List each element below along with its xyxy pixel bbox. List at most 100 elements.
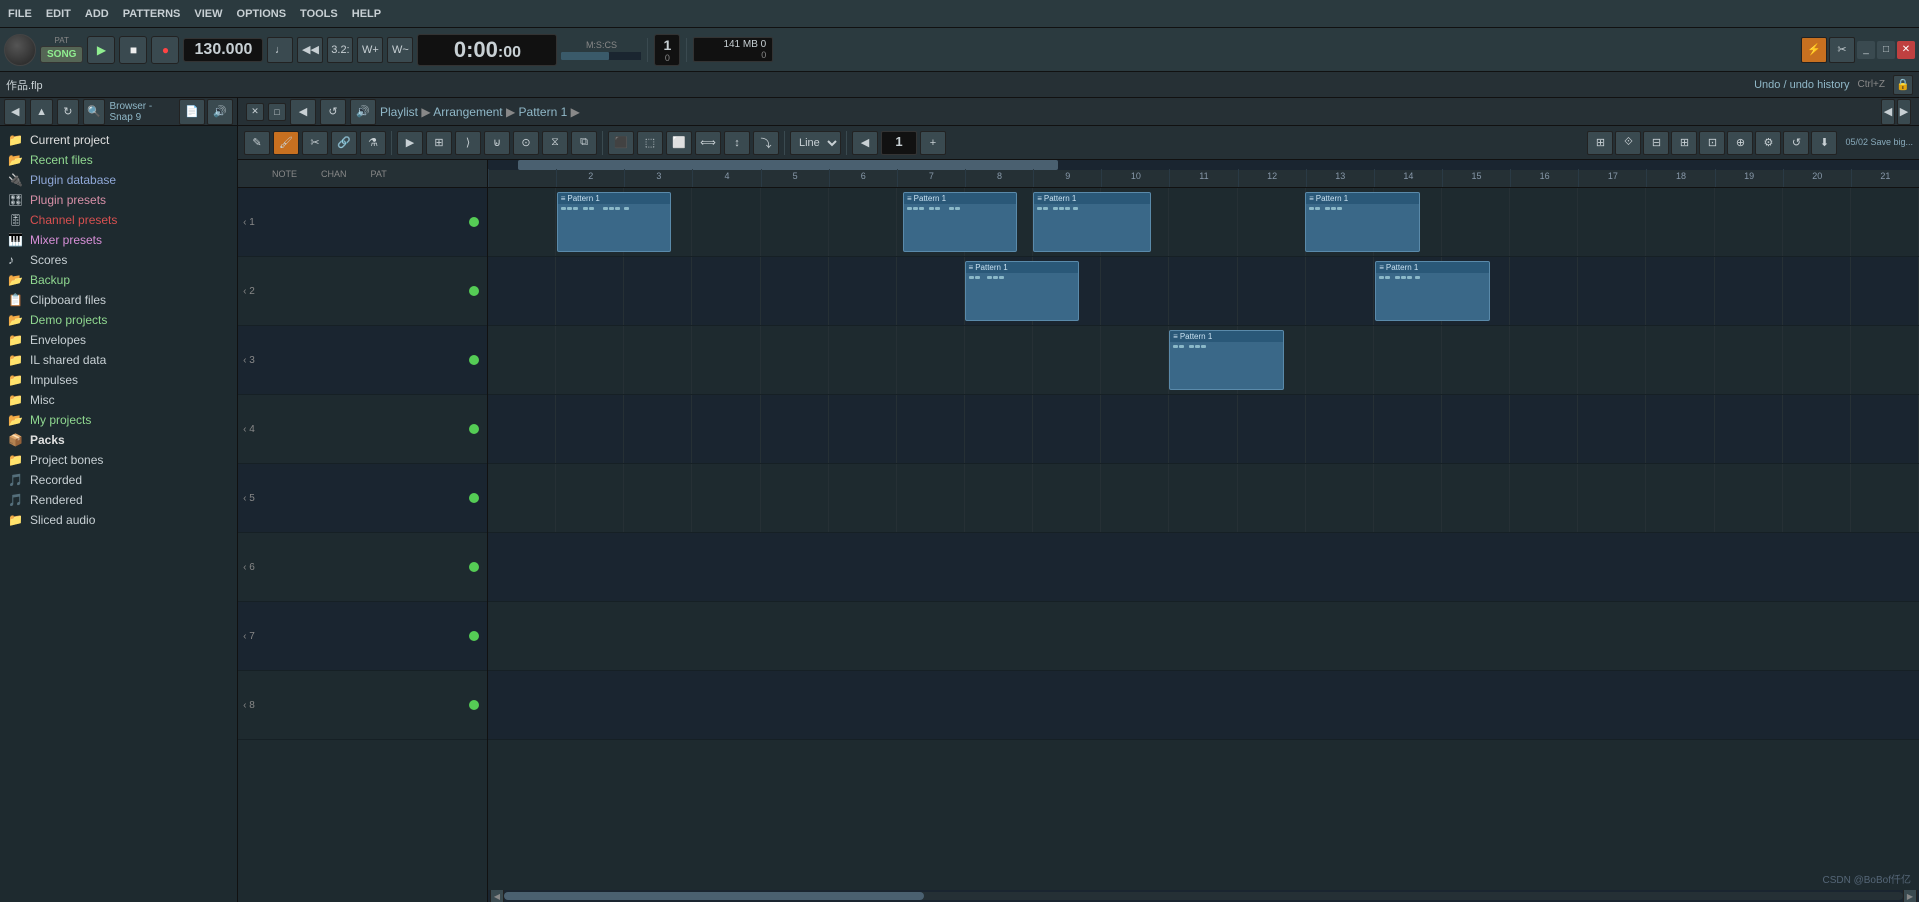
menu-options[interactable]: OPTIONS xyxy=(237,8,287,20)
sidebar-item-backup[interactable]: 📂 Backup xyxy=(0,270,237,290)
track-mute-1[interactable] xyxy=(469,217,479,227)
pl-icon5[interactable]: ⊡ xyxy=(1699,131,1725,155)
snap-button[interactable]: 3.2: xyxy=(327,37,353,63)
line-mode-select[interactable]: Line xyxy=(790,131,841,155)
sidebar-item-misc[interactable]: 📁 Misc xyxy=(0,390,237,410)
sidebar-search-button[interactable]: 🔍 xyxy=(83,99,105,125)
snap-grid-button[interactable]: ⊞ xyxy=(426,131,452,155)
sidebar-up-button[interactable]: ▲ xyxy=(30,99,52,125)
undo-button[interactable]: Undo / undo history xyxy=(1754,79,1849,91)
stop-button[interactable]: ■ xyxy=(119,36,147,64)
sidebar-item-project-bones[interactable]: 📁 Project bones xyxy=(0,450,237,470)
menu-edit[interactable]: EDIT xyxy=(46,8,71,20)
sidebar-item-mixer-presets[interactable]: 🎹 Mixer presets xyxy=(0,230,237,250)
sidebar-item-demo-projects[interactable]: 📂 Demo projects xyxy=(0,310,237,330)
scroll-right-button[interactable]: ▶ xyxy=(1903,889,1917,902)
menu-view[interactable]: VIEW xyxy=(194,8,222,20)
menu-tools[interactable]: TOOLS xyxy=(300,8,338,20)
reverse-button[interactable]: ↕ xyxy=(724,131,750,155)
paint-tool-button[interactable]: 🖌 xyxy=(273,131,299,155)
pattern-block[interactable]: ≡ Pattern 1 xyxy=(1033,192,1150,252)
select-tool-button[interactable]: 🔗 xyxy=(331,131,357,155)
cpu-meter-button[interactable]: ⚡ xyxy=(1801,37,1827,63)
menu-add[interactable]: ADD xyxy=(85,8,109,20)
scrollbar-thumb[interactable] xyxy=(504,892,924,900)
merge-button[interactable]: ⊙ xyxy=(513,131,539,155)
sidebar-refresh-button[interactable]: ↻ xyxy=(57,99,79,125)
sidebar-item-packs[interactable]: 📦 Packs xyxy=(0,430,237,450)
track-mute-2[interactable] xyxy=(469,286,479,296)
sidebar-item-current-project[interactable]: 📁 Current project xyxy=(0,130,237,150)
lock-button[interactable]: 🔒 xyxy=(1893,75,1913,95)
split-button[interactable]: ⊌ xyxy=(484,131,510,155)
sidebar-item-channel-presets[interactable]: 🎚 Channel presets xyxy=(0,210,237,230)
track-mute-3[interactable] xyxy=(469,355,479,365)
mute-tool-button[interactable]: ⚗ xyxy=(360,131,386,155)
playlist-nav-prev[interactable]: ◀ xyxy=(290,99,316,125)
pl-icon7[interactable]: ⚙ xyxy=(1755,131,1781,155)
sidebar-item-sliced-audio[interactable]: 📁 Sliced audio xyxy=(0,510,237,530)
pattern-block[interactable]: ≡ Pattern 1 xyxy=(1375,261,1489,321)
sidebar-item-scores[interactable]: ♪ Scores xyxy=(0,250,237,270)
rewind-button[interactable]: ◀◀ xyxy=(297,37,323,63)
song-mode-button[interactable]: SONG xyxy=(40,46,83,63)
scrollbar-track[interactable] xyxy=(504,892,1903,900)
minimize-button[interactable]: _ xyxy=(1857,41,1875,59)
sidebar-new-button[interactable]: 📄 xyxy=(179,99,205,125)
pl-icon6[interactable]: ⊕ xyxy=(1727,131,1753,155)
quantize-button[interactable]: ⟩ xyxy=(455,131,481,155)
pattern-block[interactable]: ≡ Pattern 1 xyxy=(1169,330,1283,390)
eraser-tool-button[interactable]: ✂ xyxy=(302,131,328,155)
slice-button[interactable]: ⧖ xyxy=(542,131,568,155)
pl-icon8[interactable]: ↺ xyxy=(1783,131,1809,155)
menu-patterns[interactable]: PATTERNS xyxy=(123,8,181,20)
sidebar-item-plugin-presets[interactable]: 🎛 Plugin presets xyxy=(0,190,237,210)
track-mute-8[interactable] xyxy=(469,700,479,710)
flip-button[interactable]: ⟺ xyxy=(695,131,721,155)
pl-icon2[interactable]: ⟐ xyxy=(1615,131,1641,155)
render-button[interactable]: ⬛ xyxy=(608,131,634,155)
normalize-button[interactable]: ⤵ xyxy=(753,131,779,155)
select-all-button[interactable]: ⬚ xyxy=(637,131,663,155)
grid-area[interactable]: ≡ Pattern 1 xyxy=(488,188,1919,890)
playlist-scroll-right[interactable]: ▶ xyxy=(1897,99,1911,125)
track-mute-7[interactable] xyxy=(469,631,479,641)
deselect-button[interactable]: ⬜ xyxy=(666,131,692,155)
pl-icon1[interactable]: ⊞ xyxy=(1587,131,1613,155)
pattern-block[interactable]: ≡ Pattern 1 xyxy=(965,261,1079,321)
timeline[interactable]: 2 3 4 5 6 7 8 9 10 11 12 13 14 15 xyxy=(488,160,1919,188)
menu-file[interactable]: FILE xyxy=(8,8,32,20)
sidebar-item-my-projects[interactable]: 📂 My projects xyxy=(0,410,237,430)
sidebar-back-button[interactable]: ◀ xyxy=(4,99,26,125)
maximize-button[interactable]: □ xyxy=(1877,41,1895,59)
master-volume-knob[interactable] xyxy=(4,34,36,66)
pattern-block[interactable]: ≡ Pattern 1 xyxy=(903,192,1017,252)
record-button[interactable]: ● xyxy=(151,36,179,64)
track-mute-4[interactable] xyxy=(469,424,479,434)
scroll-left-button[interactable]: ◀ xyxy=(490,889,504,902)
pattern-block[interactable]: ≡ Pattern 1 xyxy=(557,192,671,252)
sidebar-item-clipboard-files[interactable]: 📋 Clipboard files xyxy=(0,290,237,310)
snap-left-button[interactable]: ▶ xyxy=(397,131,423,155)
pl-icon3[interactable]: ⊟ xyxy=(1643,131,1669,155)
playlist-close-button[interactable]: ✕ xyxy=(246,103,264,121)
pl-icon9[interactable]: ⬇ xyxy=(1811,131,1837,155)
metronome-button[interactable]: ♩ xyxy=(267,37,293,63)
duplicate-button[interactable]: ⧉ xyxy=(571,131,597,155)
play-button[interactable]: ▶ xyxy=(87,36,115,64)
tempo-display[interactable]: 130.000 xyxy=(183,38,263,62)
draw-tool-button[interactable]: ✎ xyxy=(244,131,270,155)
horizontal-scrollbar[interactable]: ◀ ▶ xyxy=(488,890,1919,902)
sidebar-item-impulses[interactable]: 📁 Impulses xyxy=(0,370,237,390)
scissors-button[interactable]: ✂ xyxy=(1829,37,1855,63)
sidebar-item-recent-files[interactable]: 📂 Recent files xyxy=(0,150,237,170)
pattern-block[interactable]: ≡ Pattern 1 xyxy=(1305,192,1419,252)
pattern-loop-button[interactable]: W~ xyxy=(387,37,413,63)
loop-button[interactable]: W+ xyxy=(357,37,383,63)
track-mute-5[interactable] xyxy=(469,493,479,503)
pattern-prev-button[interactable]: ◀ xyxy=(852,131,878,155)
sidebar-volume-button[interactable]: 🔊 xyxy=(207,99,233,125)
playlist-audio-button[interactable]: 🔊 xyxy=(350,99,376,125)
playlist-undo-button[interactable]: ↺ xyxy=(320,99,346,125)
sidebar-item-plugin-database[interactable]: 🔌 Plugin database xyxy=(0,170,237,190)
